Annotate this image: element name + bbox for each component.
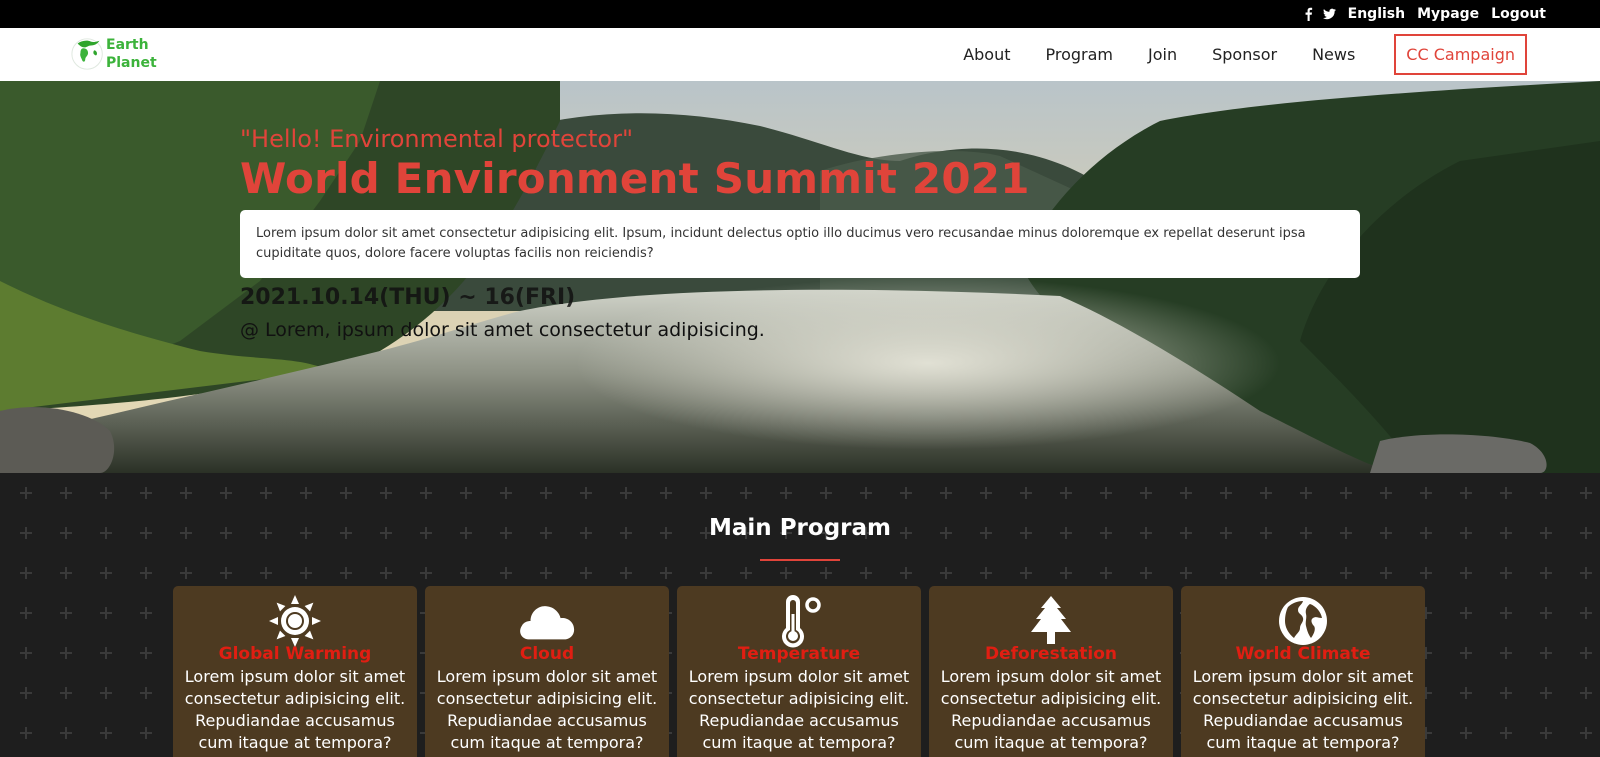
program-card-deforestation[interactable]: Deforestation Lorem ipsum dolor sit amet… (929, 586, 1173, 757)
event-dates: 2021.10.14(THU) ~ 16(FRI) (240, 285, 576, 310)
tree-icon (1031, 596, 1071, 644)
heading-underline (760, 559, 840, 561)
facebook-icon[interactable] (1302, 7, 1315, 21)
nav-join[interactable]: Join (1148, 45, 1177, 64)
hero-description: Lorem ipsum dolor sit amet consectetur a… (240, 210, 1360, 278)
event-venue: @ Lorem, ipsum dolor sit amet consectetu… (240, 319, 765, 341)
program-card-cloud[interactable]: Cloud Lorem ipsum dolor sit amet consect… (425, 586, 669, 757)
nav-news[interactable]: News (1312, 45, 1355, 64)
program-card-temperature[interactable]: Temperature Lorem ipsum dolor sit amet c… (677, 586, 921, 757)
nav-sponsor[interactable]: Sponsor (1212, 45, 1277, 64)
language-link[interactable]: English (1348, 6, 1405, 22)
card-title: Temperature (737, 644, 861, 664)
nav-about[interactable]: About (963, 45, 1010, 64)
earth-planet-logo[interactable]: Earth Planet (70, 33, 160, 77)
twitter-icon[interactable] (1322, 7, 1336, 21)
cc-campaign-button[interactable]: CC Campaign (1394, 34, 1527, 75)
card-title: World Climate (1235, 644, 1371, 664)
program-cards: Global Warming Lorem ipsum dolor sit ame… (173, 586, 1425, 757)
logo-line-2: Planet (106, 55, 157, 71)
program-card-world-climate[interactable]: World Climate Lorem ipsum dolor sit amet… (1181, 586, 1425, 757)
logout-link[interactable]: Logout (1491, 6, 1546, 22)
logo-line-1: Earth (106, 37, 149, 53)
program-card-global-warming[interactable]: Global Warming Lorem ipsum dolor sit ame… (173, 586, 417, 757)
main-program-section: Main Program Global Warming Lorem ipsum … (0, 473, 1600, 757)
card-title: Cloud (519, 644, 575, 664)
logo-text: Earth Planet (106, 36, 157, 72)
sun-icon (269, 595, 321, 647)
site-header: Earth Planet About Program Join Sponsor … (0, 28, 1600, 81)
main-nav: About Program Join Sponsor News CC Campa… (928, 28, 1600, 81)
card-body: Lorem ipsum dolor sit amet consectetur a… (436, 667, 658, 752)
card-title: Deforestation (984, 644, 1118, 664)
hero-title: World Environment Summit 2021 (240, 154, 1030, 203)
card-title: Global Warming (218, 644, 372, 664)
thermometer-icon (782, 595, 821, 648)
card-body: Lorem ipsum dolor sit amet consectetur a… (940, 667, 1162, 752)
hero-tagline: "Hello! Environmental protector" (240, 125, 633, 153)
card-body: Lorem ipsum dolor sit amet consectetur a… (1192, 667, 1414, 752)
cloud-icon (520, 606, 575, 640)
card-body: Lorem ipsum dolor sit amet consectetur a… (688, 667, 910, 752)
globe-icon (1279, 597, 1327, 645)
nav-program[interactable]: Program (1046, 45, 1114, 64)
card-body: Lorem ipsum dolor sit amet consectetur a… (184, 667, 406, 752)
section-heading: Main Program (709, 515, 891, 541)
top-utility-bar: English Mypage Logout (0, 0, 1600, 28)
hero-banner: "Hello! Environmental protector" World E… (0, 81, 1600, 473)
globe-logo-icon (71, 38, 103, 70)
mypage-link[interactable]: Mypage (1417, 6, 1479, 22)
